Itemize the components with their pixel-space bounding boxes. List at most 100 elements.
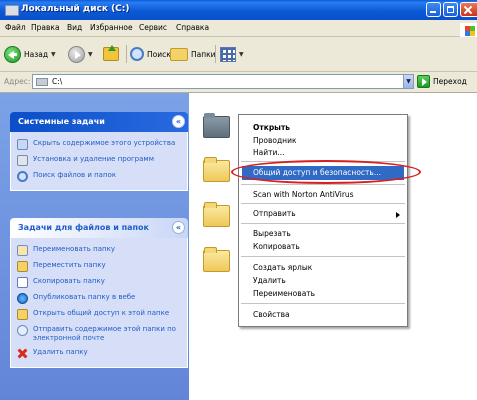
go-label: Переход xyxy=(433,77,467,86)
file-tasks-list: Переименовать папку Переместить папку Ск… xyxy=(10,238,188,368)
back-label: Назад xyxy=(24,49,49,59)
collapse-icon[interactable]: « xyxy=(172,115,185,128)
drive-icon xyxy=(5,5,19,16)
address-bar: Адрес: C:\ ▼ Переход xyxy=(0,72,477,93)
task-label: Скрыть содержимое этого устройства xyxy=(33,139,176,147)
search-icon xyxy=(130,47,144,61)
folders-button[interactable]: Папки xyxy=(170,45,216,63)
menu-item-explore[interactable]: Проводник xyxy=(253,136,297,145)
task-label: Переименовать папку xyxy=(33,245,115,253)
toolbar: Назад ▼ ▼ Поиск Папки ▼ xyxy=(0,37,477,72)
explorer-window: Локальный диск (C:) Файл Правка Вид Избр… xyxy=(0,0,477,400)
menu-help[interactable]: Справка xyxy=(176,23,209,32)
file-tasks-header[interactable]: Задачи для файлов и папок « xyxy=(10,218,188,238)
menu-separator xyxy=(241,223,405,224)
chevron-down-icon[interactable]: ▼ xyxy=(51,51,56,58)
system-tasks-header[interactable]: Системные задачи « xyxy=(10,112,188,132)
search-label: Поиск xyxy=(147,49,171,59)
collapse-icon[interactable]: « xyxy=(172,221,185,234)
folder-icon[interactable] xyxy=(203,247,230,272)
copy-icon xyxy=(17,277,28,288)
add-remove-programs-icon xyxy=(17,155,28,166)
chevron-down-icon[interactable]: ▼ xyxy=(88,51,93,58)
menu-item-rename[interactable]: Переименовать xyxy=(253,289,315,298)
task-label: Открыть общий доступ к этой папке xyxy=(33,309,170,317)
task-delete-folder[interactable]: Удалить папку xyxy=(11,345,187,361)
address-dropdown-icon[interactable]: ▼ xyxy=(403,74,414,89)
task-label: Опубликовать папку в вебе xyxy=(33,293,136,301)
task-search-files[interactable]: Поиск файлов и папок xyxy=(11,168,187,184)
chevron-down-icon[interactable]: ▼ xyxy=(239,51,244,58)
toolbar-separator xyxy=(126,45,127,63)
task-pane: Системные задачи « Скрыть содержимое это… xyxy=(0,93,189,400)
menu-item-cut[interactable]: Вырезать xyxy=(253,229,291,238)
go-button[interactable]: Переход xyxy=(417,75,467,88)
task-label: Отправить содержимое этой папки по элект… xyxy=(33,325,176,342)
menu-bar: Файл Правка Вид Избранное Сервис Справка xyxy=(0,20,477,39)
menu-view[interactable]: Вид xyxy=(67,23,82,32)
task-move-folder[interactable]: Переместить папку xyxy=(11,258,187,274)
context-menu: Открыть Проводник Найти... Общий доступ … xyxy=(238,114,408,327)
menu-favorites[interactable]: Избранное xyxy=(90,23,133,32)
hide-contents-icon xyxy=(17,139,28,150)
move-folder-icon xyxy=(17,261,28,272)
menu-item-copy[interactable]: Копировать xyxy=(253,242,300,251)
menu-item-create-shortcut[interactable]: Создать ярлык xyxy=(253,263,312,272)
menu-separator xyxy=(241,184,405,185)
views-button[interactable]: ▼ xyxy=(220,45,244,63)
globe-icon xyxy=(17,293,28,304)
menu-item-norton-scan[interactable]: Scan with Norton AntiVirus xyxy=(253,190,354,199)
file-tasks-panel: Задачи для файлов и папок « Переименоват… xyxy=(10,218,188,368)
search-button[interactable]: Поиск xyxy=(130,45,171,63)
folder-icon[interactable] xyxy=(203,157,230,182)
shared-folder-icon xyxy=(17,309,28,320)
menu-item-send-to[interactable]: Отправить xyxy=(253,209,296,218)
menu-separator xyxy=(241,303,405,304)
folder-icon[interactable] xyxy=(203,202,230,227)
menu-tools[interactable]: Сервис xyxy=(139,23,167,32)
address-field[interactable]: C:\ xyxy=(32,74,414,89)
rename-icon xyxy=(17,245,28,256)
task-email-folder[interactable]: Отправить содержимое этой папки по элект… xyxy=(11,322,187,345)
title-bar[interactable]: Локальный диск (C:) xyxy=(0,0,477,20)
menu-item-find[interactable]: Найти... xyxy=(253,148,285,157)
menu-item-properties[interactable]: Свойства xyxy=(253,310,290,319)
task-label: Удалить папку xyxy=(33,348,88,356)
task-label: Поиск файлов и папок xyxy=(33,171,117,179)
forward-button[interactable]: ▼ xyxy=(68,45,93,63)
task-copy-folder[interactable]: Скопировать папку xyxy=(11,274,187,290)
menu-item-delete[interactable]: Удалить xyxy=(253,276,286,285)
delete-icon xyxy=(17,348,28,359)
email-icon xyxy=(17,325,28,336)
annotation-ellipse xyxy=(231,160,421,184)
back-button[interactable]: Назад ▼ xyxy=(4,45,56,63)
up-button[interactable] xyxy=(103,45,119,63)
folders-label: Папки xyxy=(191,49,216,59)
task-share-folder[interactable]: Открыть общий доступ к этой папке xyxy=(11,306,187,322)
toolbar-separator xyxy=(215,45,216,63)
minimize-button[interactable] xyxy=(426,2,441,17)
system-tasks-panel: Системные задачи « Скрыть содержимое это… xyxy=(10,112,188,191)
menu-file[interactable]: Файл xyxy=(5,23,26,32)
task-publish-folder[interactable]: Опубликовать папку в вебе xyxy=(11,290,187,306)
menu-item-open[interactable]: Открыть xyxy=(253,123,290,132)
close-button[interactable] xyxy=(460,2,477,17)
address-value: C:\ xyxy=(52,77,63,86)
task-rename-folder[interactable]: Переименовать папку xyxy=(11,242,187,258)
task-label: Переместить папку xyxy=(33,261,106,269)
task-label: Установка и удаление программ xyxy=(33,155,154,163)
menu-separator xyxy=(241,256,405,257)
views-icon xyxy=(220,46,236,62)
search-icon xyxy=(17,171,28,182)
maximize-button[interactable] xyxy=(443,2,458,17)
menu-edit[interactable]: Правка xyxy=(31,23,60,32)
forward-arrow-icon xyxy=(68,45,85,63)
folder-up-icon xyxy=(103,45,119,61)
go-arrow-icon xyxy=(417,75,430,88)
file-tasks-title: Задачи для файлов и папок xyxy=(18,223,149,232)
folder-icon[interactable] xyxy=(203,113,230,138)
task-hide-contents[interactable]: Скрыть содержимое этого устройства xyxy=(11,136,187,152)
back-arrow-icon xyxy=(4,45,21,63)
task-add-remove-programs[interactable]: Установка и удаление программ xyxy=(11,152,187,168)
drive-icon xyxy=(36,78,48,86)
